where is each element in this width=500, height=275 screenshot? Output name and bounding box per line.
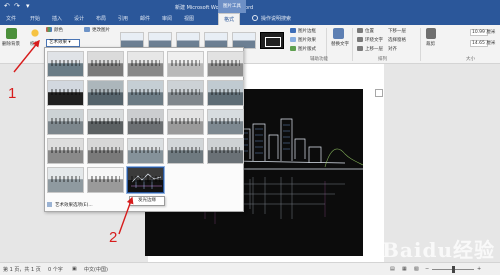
- web-layout-icon[interactable]: ▧: [414, 266, 419, 272]
- zoom-in-icon[interactable]: +: [477, 266, 481, 272]
- step-number-1: 1: [8, 85, 17, 102]
- annotation-arrow-2: [118, 196, 134, 235]
- read-mode-icon[interactable]: ▤: [390, 266, 395, 272]
- baidu-watermark: Baidu经验: [382, 238, 495, 262]
- word-window: { "titlebar": { "title": "新建 Microsoft W…: [0, 0, 500, 275]
- zoom-out-icon[interactable]: −: [425, 266, 429, 272]
- proofing-icon[interactable]: ▣: [72, 266, 77, 272]
- step-number-2: 2: [109, 229, 118, 246]
- zoom-slider-thumb[interactable]: [452, 266, 455, 273]
- word-count[interactable]: 0 个字: [48, 266, 63, 273]
- language[interactable]: 中文(中国): [84, 266, 108, 273]
- page-count[interactable]: 第 1 页，共 1 页: [3, 266, 41, 273]
- annotation-arrow-1: [13, 39, 40, 73]
- status-bar: 第 1 页，共 1 页 0 个字 ▣ 中文(中国) ▤ ▦ ▧ − +: [0, 262, 500, 275]
- print-layout-icon[interactable]: ▦: [402, 266, 407, 272]
